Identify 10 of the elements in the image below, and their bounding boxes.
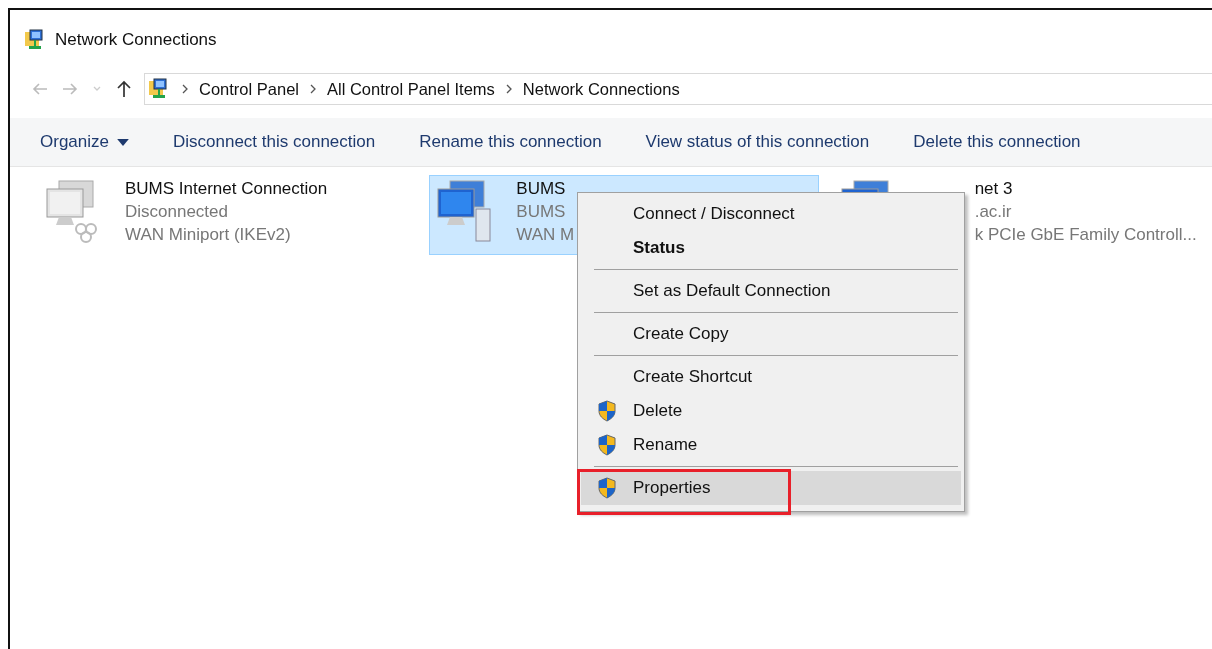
connection-status: Disconnected [125,202,229,222]
connection-status: BUMS [516,202,567,222]
window-title: Network Connections [55,30,217,50]
connection-device: WAN Miniport (IKEv2) [125,225,292,245]
connection-name: BUMS Internet Connection [125,179,328,199]
connection-name: BUMS [516,179,567,199]
connection-status: .ac.ir [974,202,1013,222]
connection-device: k PCIe GbE Family Controll... [974,225,1197,245]
connection-device: WAN M [516,225,575,245]
connection-name: net 3 [974,179,1014,199]
